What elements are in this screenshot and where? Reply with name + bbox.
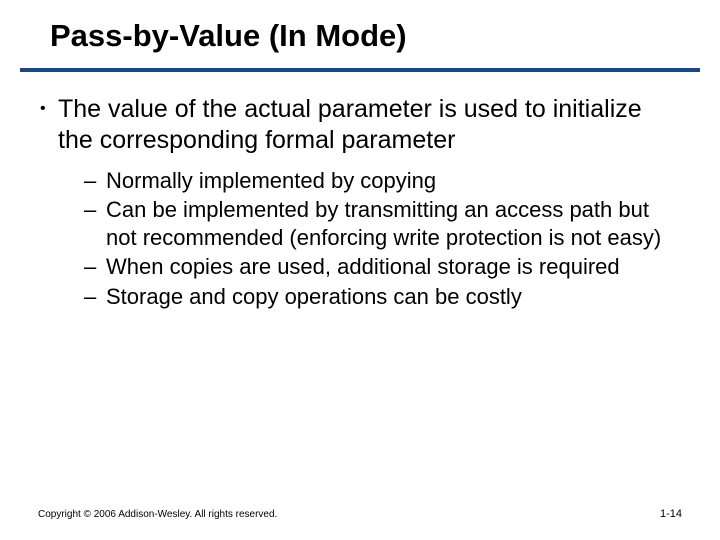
list-item: – Normally implemented by copying xyxy=(84,167,680,195)
sub-list: – Normally implemented by copying – Can … xyxy=(38,165,680,311)
list-item: – Can be implemented by transmitting an … xyxy=(84,196,680,252)
list-item-text: When copies are used, additional storage… xyxy=(106,253,620,281)
list-item: – When copies are used, additional stora… xyxy=(84,253,680,281)
content-area: • The value of the actual parameter is u… xyxy=(0,72,720,311)
dash-icon: – xyxy=(84,283,106,311)
list-item-text: Normally implemented by copying xyxy=(106,167,436,195)
title-area: Pass-by-Value (In Mode) xyxy=(0,0,720,62)
list-item-text: Storage and copy operations can be costl… xyxy=(106,283,522,311)
footer: Copyright © 2006 Addison-Wesley. All rig… xyxy=(38,508,682,520)
slide: Pass-by-Value (In Mode) • The value of t… xyxy=(0,0,720,540)
dash-icon: – xyxy=(84,167,106,195)
list-item-text: Can be implemented by transmitting an ac… xyxy=(106,196,680,252)
page-number: 1-14 xyxy=(660,508,682,520)
copyright-text: Copyright © 2006 Addison-Wesley. All rig… xyxy=(38,509,277,520)
list-item-text: The value of the actual parameter is use… xyxy=(58,94,680,155)
dash-icon: – xyxy=(84,196,106,224)
slide-title: Pass-by-Value (In Mode) xyxy=(50,18,720,54)
list-item: – Storage and copy operations can be cos… xyxy=(84,283,680,311)
list-item: • The value of the actual parameter is u… xyxy=(38,94,680,155)
dash-icon: – xyxy=(84,253,106,281)
bullet-icon: • xyxy=(38,94,58,124)
